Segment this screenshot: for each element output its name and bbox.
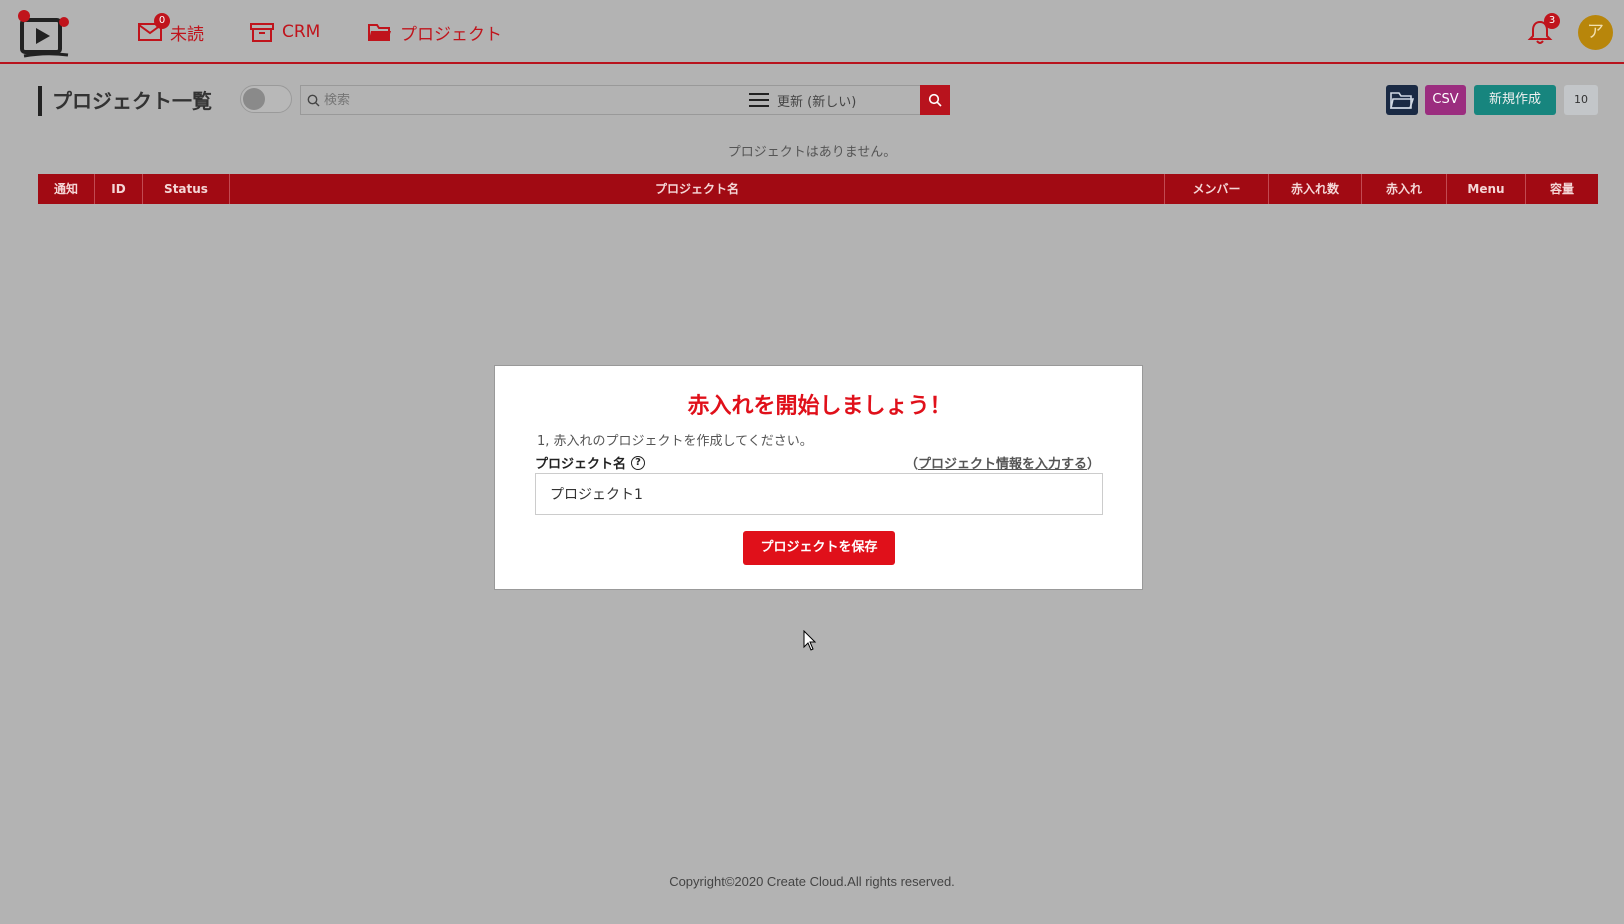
- column-header-id[interactable]: ID: [95, 174, 143, 204]
- search-icon: [307, 94, 320, 106]
- open-folder-button[interactable]: [1386, 85, 1418, 115]
- footer-copyright: Copyright©2020 Create Cloud.All rights r…: [669, 874, 955, 889]
- nav-unread-label: 未読: [170, 24, 204, 45]
- app-logo-icon[interactable]: [16, 8, 76, 58]
- menu-lines-icon: [749, 93, 769, 107]
- link-close-paren: ）: [1086, 457, 1100, 472]
- csv-button[interactable]: CSV: [1425, 85, 1466, 115]
- top-navigation: 0 未読 CRM プロジェクト 3 ア: [0, 0, 1624, 64]
- nav-project[interactable]: プロジェクト: [368, 16, 502, 48]
- search-button[interactable]: [920, 85, 950, 115]
- project-name-label-text: プロジェクト名: [535, 457, 627, 472]
- project-info-link-wrapper: （プロジェクト情報を入力する）: [900, 453, 1100, 472]
- toggle-knob: [243, 88, 265, 110]
- link-open-paren: （: [904, 457, 918, 472]
- modal-title: 赤入れを開始しましょう！: [687, 394, 952, 419]
- folder-open-icon: [368, 24, 391, 41]
- search-icon: [928, 93, 942, 107]
- notification-count-badge: 3: [1544, 13, 1560, 29]
- project-name-input[interactable]: [535, 473, 1103, 515]
- nav-unread[interactable]: 0 未読: [138, 13, 204, 48]
- project-name-label: プロジェクト名 ?: [535, 453, 646, 472]
- nav-crm-label: CRM: [282, 22, 321, 42]
- project-info-link[interactable]: プロジェクト情報を入力する: [918, 457, 1087, 472]
- unread-count-badge: 0: [154, 13, 170, 29]
- empty-message: プロジェクトはありません。: [727, 145, 897, 160]
- search-field[interactable]: [300, 85, 742, 115]
- column-header-capacity[interactable]: 容量: [1526, 174, 1598, 204]
- column-header-redline-count[interactable]: 赤入れ数: [1269, 174, 1362, 204]
- page-title: プロジェクト一覧: [38, 86, 212, 116]
- user-avatar[interactable]: ア: [1578, 15, 1613, 50]
- help-icon[interactable]: ?: [631, 455, 646, 470]
- mouse-cursor-icon: [803, 630, 817, 651]
- column-header-menu[interactable]: Menu: [1447, 174, 1526, 204]
- column-header-notify[interactable]: 通知: [38, 174, 95, 204]
- save-project-button[interactable]: プロジェクトを保存: [743, 531, 895, 565]
- column-header-members[interactable]: メンバー: [1165, 174, 1269, 204]
- nav-project-label: プロジェクト: [400, 24, 502, 45]
- sort-select-label: 更新 (新しい): [777, 94, 857, 110]
- folder-open-icon: [1390, 92, 1414, 109]
- column-header-status[interactable]: Status: [143, 174, 230, 204]
- sort-select[interactable]: 更新 (新しい): [741, 85, 921, 115]
- modal-step-text: 1, 赤入れのプロジェクトを作成してください。: [537, 434, 813, 449]
- new-project-button[interactable]: 新規作成: [1474, 85, 1556, 115]
- page-size-button[interactable]: 10: [1564, 85, 1598, 115]
- archive-box-icon: [250, 23, 274, 42]
- nav-crm[interactable]: CRM: [250, 16, 320, 48]
- column-header-redline[interactable]: 赤入れ: [1362, 174, 1447, 204]
- table-header: 通知 ID Status プロジェクト名 メンバー 赤入れ数 赤入れ Menu …: [38, 174, 1598, 204]
- view-toggle[interactable]: [240, 85, 292, 113]
- start-project-modal: 赤入れを開始しましょう！ 1, 赤入れのプロジェクトを作成してください。 プロジ…: [494, 365, 1143, 590]
- search-input[interactable]: [324, 92, 724, 108]
- column-header-project-name[interactable]: プロジェクト名: [230, 174, 1165, 204]
